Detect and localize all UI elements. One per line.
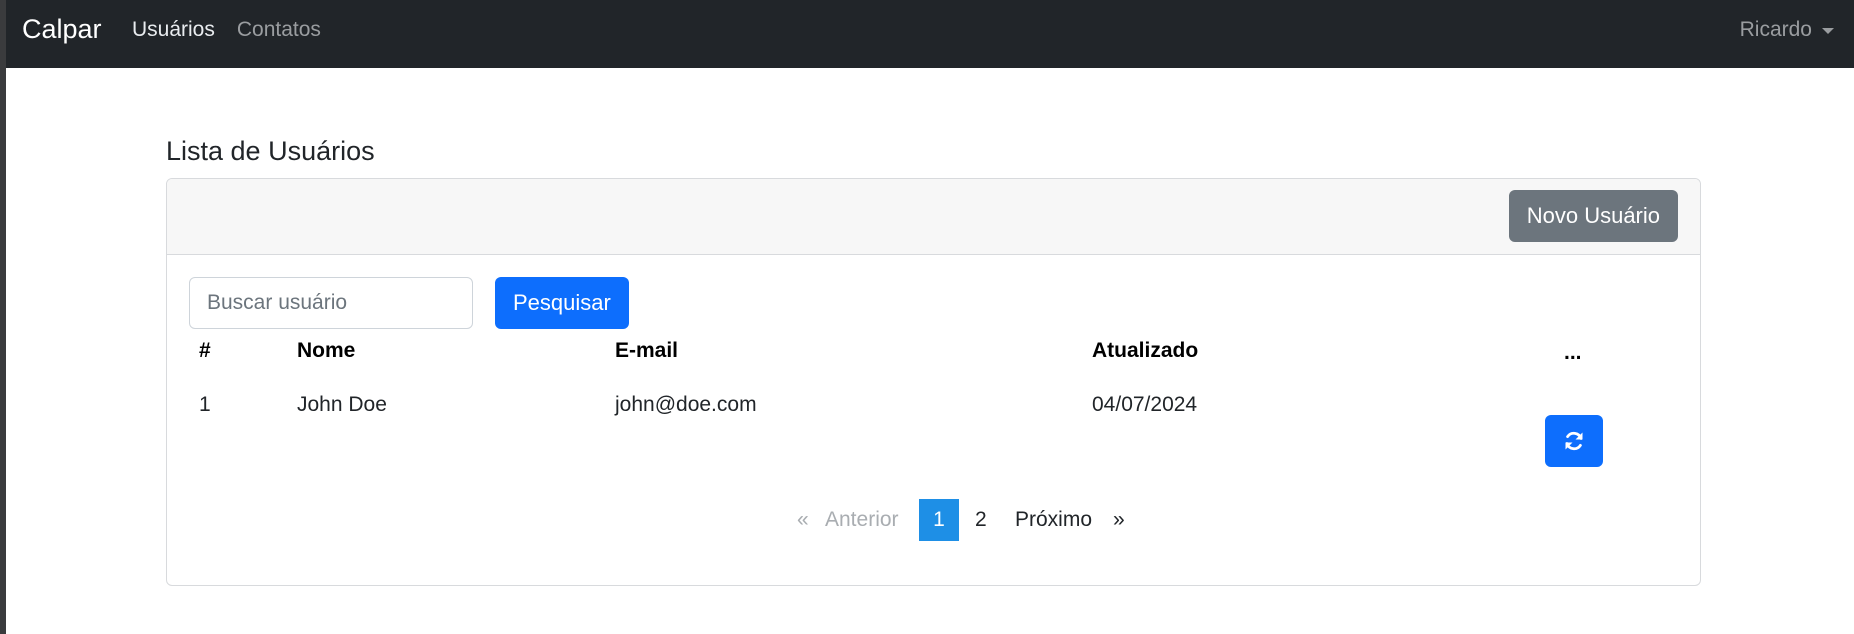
user-name: Ricardo (1739, 18, 1812, 41)
user-dropdown[interactable]: Ricardo (1740, 18, 1834, 42)
cell-email: john@doe.com (615, 393, 757, 416)
pagination-page-1[interactable]: 1 (919, 499, 959, 541)
pagination-page-2[interactable]: 2 (975, 499, 987, 541)
cell-id: 1 (199, 393, 211, 416)
nav-link-contatos[interactable]: Contatos (237, 18, 321, 42)
cell-updated: 04/07/2024 (1092, 393, 1198, 416)
search-user-input[interactable] (189, 277, 473, 329)
column-header-updated: Atualizado (1092, 339, 1199, 362)
cell-name: John Doe (297, 393, 387, 416)
pagination-last[interactable]: » (1113, 499, 1125, 541)
caret-down-icon (1822, 28, 1834, 34)
pagination-previous[interactable]: Anterior (825, 499, 899, 541)
page-title: Lista de Usuários (166, 136, 375, 166)
nav-link-usuarios[interactable]: Usuários (132, 18, 215, 42)
pagination-first[interactable]: « (797, 499, 809, 541)
page-frame: Calpar Usuários Contatos Ricardo Lista d… (0, 0, 1854, 634)
column-header-id: # (199, 339, 211, 362)
card-header: Novo Usuário (167, 179, 1700, 255)
top-navbar: Calpar Usuários Contatos Ricardo (6, 0, 1854, 68)
search-button[interactable]: Pesquisar (495, 277, 629, 329)
column-header-actions: ... (1564, 341, 1582, 364)
column-header-email: E-mail (615, 339, 679, 362)
pagination: « Anterior 1 2 Próximo » (167, 499, 1700, 541)
brand-link[interactable]: Calpar (22, 14, 102, 45)
refresh-icon (1565, 431, 1583, 451)
nav-links: Usuários Contatos (132, 18, 321, 42)
column-header-name: Nome (297, 339, 356, 362)
pagination-next[interactable]: Próximo (1015, 499, 1092, 541)
users-card: Novo Usuário Pesquisar # Nome E-mail Atu… (166, 178, 1701, 586)
new-user-button[interactable]: Novo Usuário (1508, 190, 1678, 242)
refresh-button[interactable] (1545, 415, 1603, 467)
